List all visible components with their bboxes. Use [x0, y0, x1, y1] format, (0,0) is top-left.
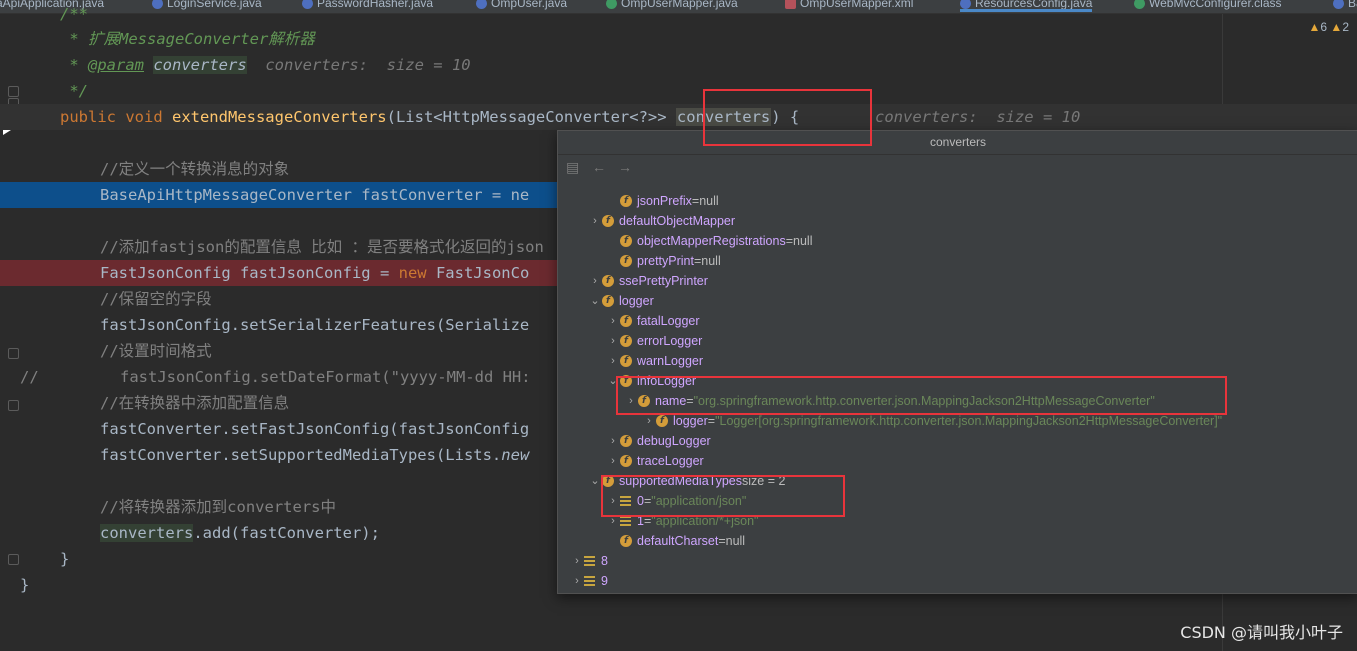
tree-node[interactable]: › f traceLogger	[606, 451, 704, 471]
inline-debug-hint: converters: size = 10	[875, 108, 1081, 126]
code-line: //	[20, 368, 39, 386]
node-name: defaultObjectMapper	[619, 214, 736, 228]
array-element-icon	[584, 556, 595, 566]
code-line: //保留空的字段	[100, 290, 212, 308]
tree-node[interactable]: › f ssePrettyPrinter	[588, 271, 708, 291]
node-value: null	[793, 234, 813, 248]
highlight-box	[703, 89, 872, 146]
node-name: fatalLogger	[637, 314, 700, 328]
back-button[interactable]: ←	[592, 159, 606, 175]
node-separator: =	[718, 534, 726, 548]
field-icon: f	[620, 255, 632, 267]
node-name: 8	[601, 554, 608, 568]
code-line: converters.add(fastConverter);	[100, 524, 380, 542]
popup-toolbar: ▤ ← →	[558, 155, 1357, 179]
node-name: ssePrettyPrinter	[619, 274, 708, 288]
field-icon: f	[620, 535, 632, 547]
node-name: debugLogger	[637, 434, 711, 448]
collapsed-chevron-icon[interactable]: ›	[606, 351, 620, 371]
field-icon: f	[620, 315, 632, 327]
code-line: //定义一个转换消息的对象	[100, 160, 290, 178]
code-line: //在转换器中添加配置信息	[100, 394, 290, 412]
collapsed-chevron-icon[interactable]: ›	[606, 311, 620, 331]
tree-node[interactable]: › 8	[570, 551, 608, 571]
tree-node[interactable]: f objectMapperRegistrations = null	[606, 231, 812, 251]
code-line: //设置时间格式	[100, 342, 212, 360]
collapsed-chevron-icon[interactable]: ›	[570, 551, 584, 571]
collapsed-chevron-icon[interactable]: ›	[606, 431, 620, 451]
code-line: fastConverter.setSupportedMediaTypes(Lis…	[100, 446, 530, 464]
code-line: //将转换器添加到converters中	[100, 498, 336, 516]
node-separator: =	[785, 234, 794, 248]
field-icon: f	[602, 215, 614, 227]
node-name: defaultCharset	[637, 534, 719, 548]
node-name: warnLogger	[637, 354, 704, 368]
code-line: * @param converters converters: size = 1…	[60, 56, 471, 74]
field-icon: f	[620, 335, 632, 347]
node-value: null	[701, 254, 721, 268]
code-line: /**	[60, 5, 88, 23]
tree-node[interactable]: ⌄ f logger	[588, 291, 654, 311]
code-line: public void extendMessageConverters(List…	[60, 108, 800, 126]
code-line: BaseApiHttpMessageConverter fastConverte…	[100, 186, 530, 204]
highlight-box	[616, 376, 1227, 415]
node-separator: =	[691, 194, 700, 208]
node-value: null	[699, 194, 719, 208]
forward-button[interactable]: →	[618, 159, 632, 175]
code-line: FastJsonConfig fastJsonConfig = new Fast…	[100, 264, 530, 282]
tree-node[interactable]: › f debugLogger	[606, 431, 711, 451]
node-name: prettyPrint	[637, 254, 694, 268]
collapsed-chevron-icon[interactable]: ›	[606, 451, 620, 471]
tree-node[interactable]: › f defaultObjectMapper	[588, 211, 735, 231]
highlight-box	[601, 475, 845, 517]
node-separator: =	[693, 254, 702, 268]
node-name: logger	[619, 294, 654, 308]
code-line: //添加fastjson的配置信息 比如 ：是否要格式化返回的json	[100, 238, 544, 256]
node-name: 9	[601, 574, 608, 588]
tree-node[interactable]: › 9	[570, 571, 608, 591]
popup-title: converters	[558, 131, 1357, 155]
field-icon: f	[602, 295, 614, 307]
tree-node[interactable]: › f warnLogger	[606, 351, 703, 371]
field-icon: f	[620, 355, 632, 367]
tree-node[interactable]: f defaultCharset = null	[606, 531, 745, 551]
node-name: jsonPrefix	[637, 194, 692, 208]
code-line: }	[20, 576, 30, 594]
field-icon: f	[656, 415, 668, 427]
node-value: null	[725, 534, 746, 548]
field-icon: f	[620, 195, 632, 207]
code-line: fastConverter.setFastJsonConfig(fastJson…	[100, 420, 530, 438]
array-element-icon	[584, 576, 595, 586]
collapsed-chevron-icon[interactable]: ›	[570, 571, 584, 591]
code-line: }	[60, 550, 70, 568]
node-name: objectMapperRegistrations	[637, 234, 786, 248]
field-icon: f	[602, 275, 614, 287]
code-line: fastJsonConfig.setDateFormat("yyyy-MM-dd…	[120, 368, 531, 386]
debug-value-popup[interactable]: converters ▤ ← → f jsonPrefix = null › f def…	[557, 130, 1357, 594]
field-icon: f	[620, 435, 632, 447]
node-name: errorLogger	[637, 334, 703, 348]
collapsed-chevron-icon[interactable]: ›	[588, 271, 602, 291]
field-icon: f	[620, 455, 632, 467]
code-line: */	[60, 82, 88, 100]
tree-node[interactable]: › f fatalLogger	[606, 311, 700, 331]
tree-node[interactable]: › f errorLogger	[606, 331, 702, 351]
code-line: * 扩展MessageConverter解析器	[60, 30, 315, 48]
code-line: fastJsonConfig.setSerializerFeatures(Ser…	[100, 316, 530, 334]
field-icon: f	[620, 235, 632, 247]
expanded-chevron-icon[interactable]: ⌄	[588, 291, 602, 311]
collapsed-chevron-icon[interactable]: ›	[606, 331, 620, 351]
tree-node[interactable]: f jsonPrefix = null	[606, 191, 719, 211]
array-element-icon	[620, 516, 631, 526]
expanded-chevron-icon[interactable]: ⌄	[588, 471, 602, 491]
watermark: CSDN @请叫我小叶子	[1180, 623, 1343, 642]
tree-view-icon[interactable]: ▤	[566, 159, 579, 176]
tree-node[interactable]: f prettyPrint = null	[606, 251, 721, 271]
node-name: traceLogger	[637, 454, 704, 468]
collapsed-chevron-icon[interactable]: ›	[588, 211, 602, 231]
